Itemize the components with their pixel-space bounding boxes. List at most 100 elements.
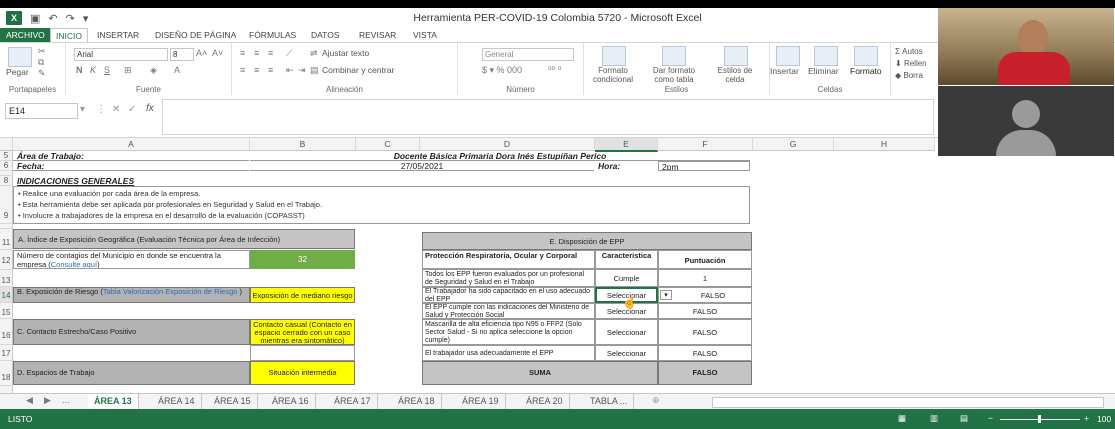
row-header[interactable]: 14 bbox=[0, 287, 13, 303]
format-painter-icon[interactable]: ✎ bbox=[38, 68, 46, 79]
cell-styles-button[interactable]: Estilos de celda bbox=[714, 66, 756, 84]
more-sheets-icon[interactable]: ... bbox=[62, 395, 70, 405]
next-sheet-icon[interactable]: ▶ bbox=[44, 395, 51, 406]
row-header[interactable]: 11 bbox=[0, 229, 13, 250]
row-header[interactable]: 12 bbox=[0, 250, 13, 270]
increase-indent-icon[interactable]: ⇥ bbox=[298, 65, 306, 76]
row-header[interactable]: 8 bbox=[0, 176, 13, 186]
tab-datos[interactable]: DATOS bbox=[306, 28, 345, 42]
copy-icon[interactable]: ⧉ bbox=[38, 57, 44, 68]
row-header[interactable]: 13 bbox=[0, 270, 13, 287]
tab-vista[interactable]: VISTA bbox=[408, 28, 442, 42]
conditional-format-icon[interactable] bbox=[602, 46, 626, 66]
add-sheet-icon[interactable]: ⊕ bbox=[652, 395, 660, 406]
prev-sheet-icon[interactable]: ◀ bbox=[26, 395, 33, 406]
zoom-thumb[interactable] bbox=[1038, 415, 1041, 423]
consulte-link[interactable]: Consulte aquí bbox=[51, 260, 97, 268]
tab-formulas[interactable]: FÓRMULAS bbox=[244, 28, 301, 42]
area-value[interactable]: Docente Básica Primaria Dora Inés Estupi… bbox=[250, 151, 750, 161]
number-format-select[interactable]: General bbox=[482, 48, 574, 61]
col-header-f[interactable]: F bbox=[658, 138, 753, 151]
insert-cells-icon[interactable] bbox=[776, 46, 800, 66]
row-header[interactable]: 17 bbox=[0, 345, 13, 361]
align-bottom-icon[interactable]: ≡ bbox=[268, 48, 273, 58]
align-left-icon[interactable]: ≡ bbox=[240, 65, 245, 75]
fecha-value[interactable]: 27/05/2021 bbox=[250, 161, 594, 171]
normal-view-icon[interactable]: ▦ bbox=[898, 413, 906, 424]
merge-center-button[interactable]: Combinar y centrar bbox=[322, 65, 394, 75]
cancel-icon[interactable]: ✕ bbox=[112, 104, 120, 115]
underline-icon[interactable]: S bbox=[104, 65, 110, 75]
empty-cell[interactable] bbox=[250, 345, 355, 361]
shrink-font-icon[interactable]: A˅ bbox=[212, 48, 223, 58]
fill-button[interactable]: ⬇ Rellen bbox=[895, 59, 927, 68]
font-name-select[interactable]: Arial bbox=[74, 48, 168, 61]
fx-icon[interactable]: fx bbox=[146, 103, 154, 114]
row-header[interactable]: 16 bbox=[0, 319, 13, 345]
tab-insertar[interactable]: INSERTAR bbox=[92, 28, 144, 42]
format-as-table-icon[interactable] bbox=[662, 46, 686, 66]
currency-icon[interactable]: $ ▾ % 000 bbox=[482, 65, 522, 76]
paste-label[interactable]: Pegar bbox=[6, 67, 29, 77]
grow-font-icon[interactable]: A˄ bbox=[196, 48, 207, 58]
paste-icon[interactable] bbox=[8, 47, 32, 67]
cut-icon[interactable]: ✂ bbox=[38, 46, 46, 57]
horizontal-scrollbar[interactable] bbox=[712, 397, 1104, 408]
sheet-tab-area-18[interactable]: ÁREA 18 bbox=[392, 394, 442, 409]
fill-color-icon[interactable]: ◈ bbox=[150, 65, 157, 76]
align-center-icon[interactable]: ≡ bbox=[254, 65, 259, 75]
select-all-corner[interactable] bbox=[0, 138, 13, 151]
tab-archivo[interactable]: ARCHIVO bbox=[0, 28, 51, 42]
row-header[interactable]: 6 bbox=[0, 161, 13, 171]
decrease-indent-icon[interactable]: ⇤ bbox=[286, 65, 294, 76]
row-header[interactable]: 5 bbox=[0, 151, 13, 161]
delete-cells-icon[interactable] bbox=[814, 46, 838, 66]
sheet-tab-area-20[interactable]: ÁREA 20 bbox=[520, 394, 570, 409]
col-header-e[interactable]: E bbox=[595, 138, 658, 152]
align-middle-icon[interactable]: ≡ bbox=[254, 48, 259, 58]
col-header-h[interactable]: H bbox=[834, 138, 935, 151]
formula-input[interactable] bbox=[162, 99, 934, 135]
col-header-a[interactable]: A bbox=[13, 138, 250, 151]
row-header[interactable]: 18 bbox=[0, 361, 13, 386]
enter-icon[interactable]: ✓ bbox=[128, 104, 136, 115]
orientation-icon[interactable]: ⟋ bbox=[286, 48, 292, 59]
tab-inicio[interactable]: INICIO bbox=[50, 28, 88, 42]
bold-icon[interactable]: N bbox=[76, 65, 83, 75]
sheet-tab-area-14[interactable]: ÁREA 14 bbox=[152, 394, 202, 409]
align-right-icon[interactable]: ≡ bbox=[268, 65, 273, 75]
name-box[interactable]: E14 bbox=[5, 103, 78, 119]
tabla-valorizacion-link[interactable]: Tabla Valorización Exposición de Riesgo bbox=[103, 288, 238, 296]
zoom-out-icon[interactable]: − bbox=[988, 413, 993, 423]
wrap-text-button[interactable]: Ajustar texto bbox=[322, 48, 369, 58]
col-header-b[interactable]: B bbox=[250, 138, 356, 151]
clear-button[interactable]: ◆ Borra bbox=[895, 71, 923, 80]
align-top-icon[interactable]: ≡ bbox=[240, 48, 245, 58]
conditional-format-button[interactable]: Formato condicional bbox=[588, 66, 638, 84]
font-color-icon[interactable]: A bbox=[174, 65, 180, 75]
merge-icon[interactable]: ▤ bbox=[310, 65, 319, 76]
contagios-value[interactable]: 32 bbox=[250, 250, 355, 269]
epp-caracteristica[interactable]: Seleccionar bbox=[595, 345, 658, 361]
italic-icon[interactable]: K bbox=[90, 65, 96, 75]
delete-cells-button[interactable]: Eliminar bbox=[808, 66, 839, 76]
insert-cells-button[interactable]: Insertar bbox=[770, 66, 799, 76]
cell-styles-icon[interactable] bbox=[724, 46, 748, 66]
row-header[interactable]: 15 bbox=[0, 303, 13, 319]
font-size-select[interactable]: 8 bbox=[170, 48, 194, 61]
epp-caracteristica[interactable]: Seleccionar bbox=[595, 319, 658, 345]
tab-revisar[interactable]: REVISAR bbox=[354, 28, 401, 42]
row-header[interactable]: 9 bbox=[0, 186, 13, 224]
format-as-table-button[interactable]: Dar formato como tabla bbox=[644, 66, 704, 84]
borders-icon[interactable]: ⊞ bbox=[124, 65, 132, 76]
sheet-tab-area-15[interactable]: ÁREA 15 bbox=[208, 394, 258, 409]
hora-value[interactable]: 2pm bbox=[658, 161, 750, 171]
col-header-g[interactable]: G bbox=[753, 138, 834, 151]
epp-caracteristica[interactable]: Cumple bbox=[595, 269, 658, 287]
row-header[interactable] bbox=[0, 386, 13, 393]
format-cells-button[interactable]: Formato bbox=[850, 66, 882, 76]
autosum-button[interactable]: Σ Autos bbox=[895, 47, 923, 56]
contacto-value[interactable]: Contacto casual (Contacto en espacio cer… bbox=[250, 319, 355, 345]
espacios-value[interactable]: Situación intermedia bbox=[250, 361, 355, 385]
tab-diseno[interactable]: DISEÑO DE PÁGINA bbox=[150, 28, 241, 42]
